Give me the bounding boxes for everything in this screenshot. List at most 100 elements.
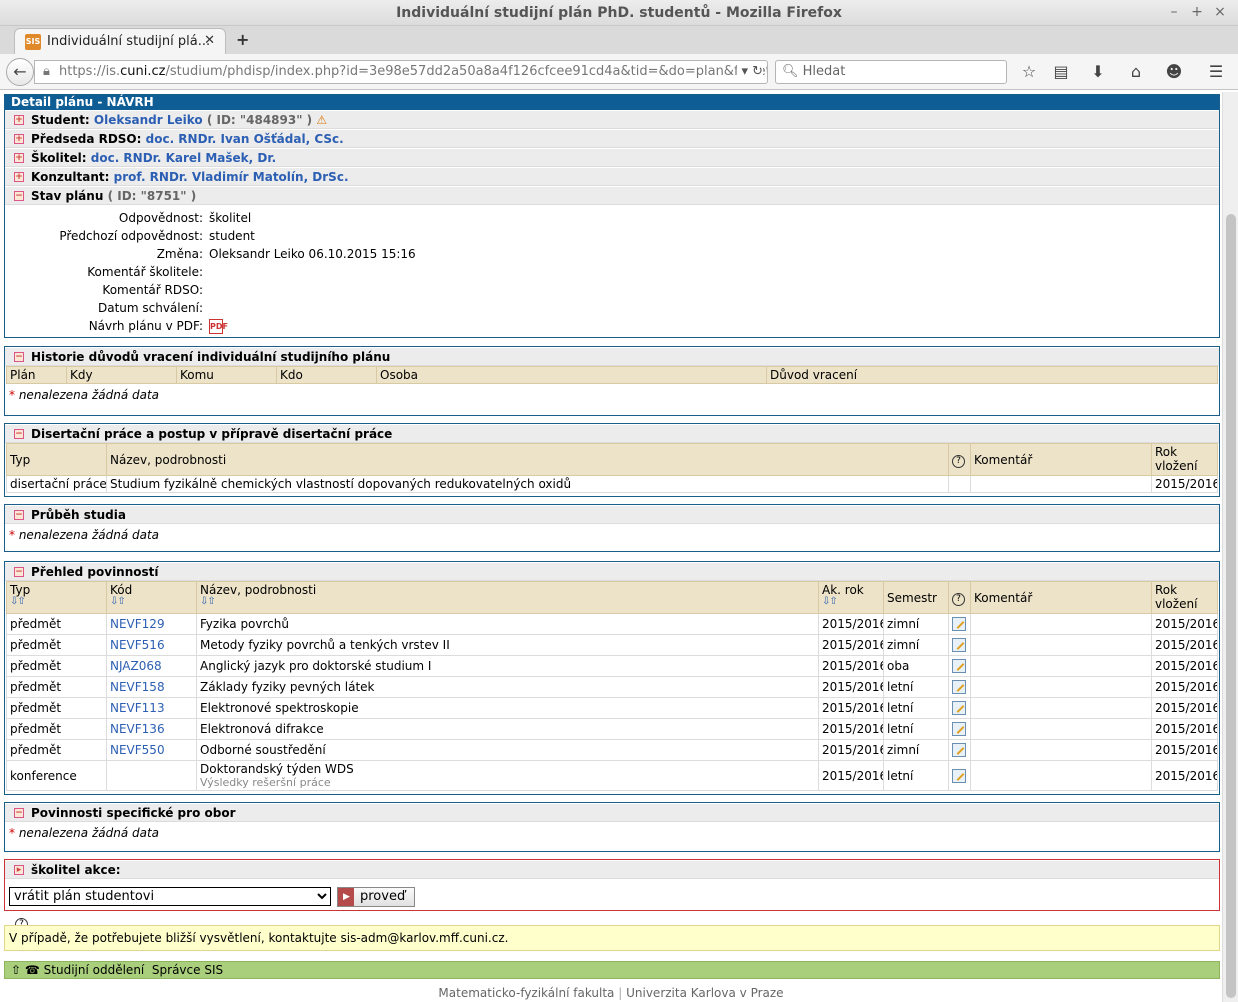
bookmark-star-icon[interactable]: ☆ [1018, 62, 1040, 81]
downloads-icon[interactable]: ⬇ [1087, 62, 1109, 81]
student-row[interactable]: + Student: Oleksandr Leiko ( ID: "484893… [5, 110, 1219, 129]
kod-link[interactable]: NEVF158 [110, 680, 165, 694]
cell-kod: NEVF113 [106, 697, 197, 719]
home-icon[interactable]: ⌂ [1125, 62, 1147, 81]
kod-link[interactable]: NEVF129 [110, 617, 165, 631]
kod-link[interactable]: NEVF113 [110, 701, 165, 715]
edit-icon[interactable] [952, 680, 966, 695]
cell-semestr: letní [883, 697, 949, 719]
minimize-icon[interactable]: – [1166, 4, 1182, 20]
action-select[interactable]: vrátit plán studentovi [9, 887, 331, 906]
edit-icon[interactable] [952, 617, 966, 632]
cell-edit [948, 760, 971, 791]
scrollbar-thumb[interactable] [1226, 214, 1236, 998]
akce-title: školitel akce: [31, 863, 121, 877]
konzultant-link[interactable]: prof. RNDr. Vladimír Matolín, DrSc. [114, 170, 349, 184]
expand-icon[interactable]: + [14, 115, 24, 125]
collapse-icon[interactable]: − [14, 191, 24, 201]
konzultant-row[interactable]: + Konzultant: prof. RNDr. Vladimír Matol… [5, 167, 1219, 186]
student-link[interactable]: Oleksandr Leiko [94, 113, 203, 127]
no-data-message: * nenalezena žádná data [9, 388, 160, 402]
back-button-icon[interactable]: ← [6, 58, 34, 86]
stav-row[interactable]: − Stav plánu ( ID: "8751" ) [5, 186, 1219, 205]
sort-arrows-icon[interactable]: ⇩⇧ [822, 597, 880, 607]
collapse-icon[interactable]: − [14, 808, 24, 818]
predseda-link[interactable]: doc. RNDr. Ivan Ošťádal, CSc. [146, 132, 344, 146]
field-label: Komentář školitele: [87, 265, 203, 279]
help-icon[interactable]: ? [952, 454, 965, 468]
table-row: předmět NEVF129 Fyzika povrchů 2015/2016 zim… [6, 613, 1218, 635]
studijni-oddeleni-link[interactable]: Studijní oddělení [44, 963, 145, 977]
cell-rok: 2015/2016 [1151, 718, 1218, 740]
bookmarks-list-icon[interactable]: ▤ [1050, 62, 1072, 81]
specificke-header[interactable]: − Povinnosti specifické pro obor [5, 803, 1219, 822]
tab-close-icon[interactable]: ✕ [204, 33, 215, 48]
navigation-toolbar: ← 🔒︎ https://is.cuni.cz/studium/phdisp/in… [0, 54, 1238, 90]
col-header-nazev[interactable]: Název, podrobnosti ⇩⇧ [196, 581, 819, 614]
edit-icon[interactable] [952, 701, 966, 716]
historie-header[interactable]: − Historie důvodů vracení individuální s… [5, 347, 1219, 366]
predseda-row[interactable]: + Předseda RDSO: doc. RNDr. Ivan Ošťádal… [5, 129, 1219, 148]
new-tab-icon[interactable]: + [236, 30, 249, 49]
disertace-header[interactable]: − Disertační práce a postup v přípravě d… [5, 424, 1219, 443]
edit-icon[interactable] [952, 743, 966, 758]
prubeh-header[interactable]: − Průběh studia [5, 505, 1219, 524]
up-arrow-icon[interactable]: ⇧ [11, 963, 21, 977]
maximize-icon[interactable]: + [1189, 4, 1205, 20]
kod-link[interactable]: NJAZ068 [110, 659, 162, 673]
table-row: předmět NJAZ068 Anglický jazyk pro doktors… [6, 655, 1218, 677]
search-input[interactable]: 🔍︎ Hledat [775, 60, 1007, 84]
sort-arrows-icon[interactable]: ⇩⇧ [110, 597, 193, 607]
footer-faculty[interactable]: Matematicko-fyzikální fakulta [438, 986, 614, 1000]
sort-arrows-icon[interactable]: ⇩⇧ [10, 597, 103, 607]
collapse-icon[interactable]: − [14, 510, 24, 520]
skolitel-link[interactable]: doc. RNDr. Karel Mašek, Dr. [91, 151, 276, 165]
predseda-label: Předseda RDSO: [31, 132, 142, 146]
col-header-kod[interactable]: Kód ⇩⇧ [106, 581, 197, 614]
table-row: předmět NEVF516 Metody fyziky povrchů a te… [6, 634, 1218, 656]
cell-komentar [970, 613, 1152, 635]
menu-icon[interactable]: ☰ [1205, 62, 1227, 81]
expand-icon[interactable]: + [14, 134, 24, 144]
close-window-icon[interactable]: × [1212, 4, 1228, 20]
sort-arrows-icon[interactable]: ⇩⇧ [200, 597, 815, 607]
edit-icon[interactable] [952, 638, 966, 653]
expand-icon[interactable]: + [14, 153, 24, 163]
kod-link[interactable]: NEVF550 [110, 743, 165, 757]
lock-icon: 🔒︎ [43, 64, 50, 79]
provest-button[interactable]: ▶ proveď [337, 887, 415, 907]
col-header-semestr: Semestr [883, 581, 949, 614]
cell-kod: NEVF129 [106, 613, 197, 635]
kod-link[interactable]: NEVF516 [110, 638, 165, 652]
chat-icon[interactable]: ☻ [1163, 62, 1185, 81]
collapse-icon[interactable]: − [14, 352, 24, 362]
povinnosti-header[interactable]: − Přehled povinností [5, 562, 1219, 581]
edit-icon[interactable] [952, 768, 966, 783]
cell-komentar [970, 475, 1152, 493]
collapse-icon[interactable]: − [14, 567, 24, 577]
edit-icon[interactable] [952, 659, 966, 674]
cell-rok: 2015/2016 [1151, 613, 1218, 635]
kod-link[interactable]: NEVF136 [110, 722, 165, 736]
help-icon[interactable]: ? [952, 592, 965, 606]
col-header-typ[interactable]: Typ ⇩⇧ [6, 581, 107, 614]
pdf-icon[interactable]: PDF [209, 319, 228, 334]
cell-kod [106, 760, 197, 791]
expand-icon[interactable]: + [14, 172, 24, 182]
url-dropdown-icon[interactable]: ▾ ↻ [737, 61, 763, 83]
col-header-akrok[interactable]: Ak. rok ⇩⇧ [818, 581, 884, 614]
page-scrollbar[interactable] [1222, 92, 1238, 1002]
field-row: Komentář RDSO: [5, 281, 1219, 299]
edit-icon[interactable] [952, 722, 966, 737]
url-bar[interactable]: 🔒︎ https://is.cuni.cz/studium/phdisp/inde… [34, 60, 768, 84]
browser-tab[interactable]: SIS Individuální studijní plá... ✕ [14, 28, 226, 55]
warning-icon[interactable]: ⚠ [316, 111, 327, 130]
collapse-icon[interactable]: − [14, 429, 24, 439]
footer-university[interactable]: Univerzita Karlova v Praze [626, 986, 783, 1000]
nazev-text: Anglický jazyk pro doktorské studium I [200, 659, 432, 673]
spravce-sis-link[interactable]: Správce SIS [152, 963, 223, 977]
cell-komentar [970, 655, 1152, 677]
col-header: Komentář [970, 443, 1152, 476]
skolitel-row[interactable]: + Školitel: doc. RNDr. Karel Mašek, Dr. [5, 148, 1219, 167]
detail-panel: Detail plánu - NÁVRH + Student: Oleksand… [4, 94, 1220, 338]
